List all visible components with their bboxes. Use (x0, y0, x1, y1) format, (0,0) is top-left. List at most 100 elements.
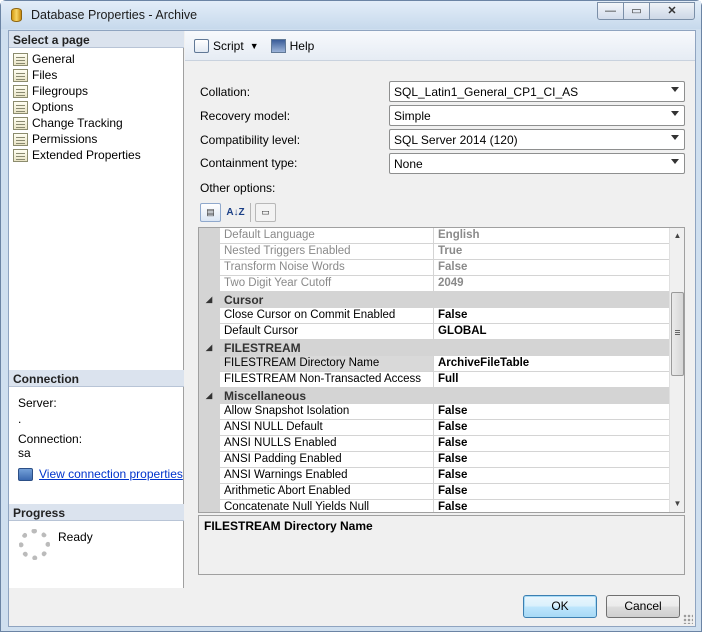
view-connection-properties[interactable]: View connection properties (18, 467, 183, 481)
cancel-button[interactable]: Cancel (606, 595, 680, 618)
grid-row-name: ANSI Warnings Enabled (220, 468, 434, 484)
containment-type-value: None (394, 157, 423, 171)
grid-row[interactable]: ANSI NULLS Enabled False (199, 436, 669, 452)
grid-row-value[interactable]: False (434, 420, 669, 436)
grid-category-label: Cursor (224, 293, 264, 307)
grid-row[interactable]: Concatenate Null Yields Null False (199, 500, 669, 512)
grid-row[interactable]: ANSI Warnings Enabled False (199, 468, 669, 484)
server-label: Server: (18, 396, 57, 410)
maximize-button[interactable]: ▭ (623, 2, 650, 20)
grid-row[interactable]: Default Cursor GLOBAL (199, 324, 669, 340)
grid-row-name: Nested Triggers Enabled (220, 244, 434, 260)
database-properties-window: Database Properties - Archive — ▭ ✕ Sele… (0, 0, 702, 632)
scroll-up-icon[interactable]: ▲ (670, 228, 684, 244)
grid-row-name: Close Cursor on Commit Enabled (220, 308, 434, 324)
grid-row-name: FILESTREAM Non-Transacted Access (220, 372, 434, 388)
grid-row[interactable]: Default Language English (199, 228, 669, 244)
chevron-down-icon (671, 111, 679, 116)
containment-type-select[interactable]: None (389, 153, 685, 174)
toolbar-divider (250, 203, 251, 222)
progress-spinner-icon (19, 529, 50, 560)
sidebar-item-options[interactable]: Options (13, 99, 73, 115)
script-label: Script (213, 38, 244, 53)
grid-row-gutter (199, 436, 220, 452)
grid-row-name: Concatenate Null Yields Null (220, 500, 434, 512)
select-page-header: Select a page (9, 31, 184, 48)
sidebar-item-extended-properties[interactable]: Extended Properties (13, 147, 141, 163)
sidebar-item-filegroups[interactable]: Filegroups (13, 83, 88, 99)
grid-row-gutter (199, 420, 220, 436)
grid-row-value[interactable]: English (434, 228, 669, 244)
view-connection-link[interactable]: View connection properties (39, 467, 183, 481)
grid-row-value[interactable]: False (434, 404, 669, 420)
grid-row-value[interactable]: ArchiveFileTable (434, 356, 669, 372)
grid-row[interactable]: Allow Snapshot Isolation False (199, 404, 669, 420)
script-button[interactable]: Script ▼ (191, 37, 262, 55)
grid-category-label: Miscellaneous (224, 389, 307, 403)
minimize-button[interactable]: — (597, 2, 624, 20)
collation-select[interactable]: SQL_Latin1_General_CP1_CI_AS (389, 81, 685, 102)
chevron-down-icon (671, 159, 679, 164)
page-icon (13, 52, 28, 66)
property-pages-icon[interactable]: ▭ (255, 203, 276, 222)
grid-row-value[interactable]: 2049 (434, 276, 669, 292)
grid-row[interactable]: Transform Noise Words False (199, 260, 669, 276)
grid-row[interactable]: Two Digit Year Cutoff 2049 (199, 276, 669, 292)
grid-row-value[interactable]: False (434, 484, 669, 500)
grid-row-value[interactable]: True (434, 244, 669, 260)
property-grid: Default Language English Nested Triggers E… (198, 227, 685, 513)
page-icon (13, 148, 28, 162)
recovery-model-select[interactable]: Simple (389, 105, 685, 126)
server-value: . (18, 412, 22, 426)
grid-row-gutter (199, 372, 220, 388)
categorized-view-icon[interactable]: ▤ (200, 203, 221, 222)
sort-alphabetical-icon[interactable]: A↓Z (225, 203, 246, 222)
scrollbar-thumb[interactable] (671, 292, 684, 376)
recovery-model-label: Recovery model: (200, 109, 291, 123)
vertical-scrollbar[interactable]: ▲ ▼ (669, 228, 684, 512)
grid-row-value[interactable]: False (434, 500, 669, 512)
grid-row[interactable]: Arithmetic Abort Enabled False (199, 484, 669, 500)
grid-row-value[interactable]: False (434, 260, 669, 276)
collapse-icon[interactable]: ◢ (206, 295, 212, 304)
grid-row[interactable]: ANSI NULL Default False (199, 420, 669, 436)
sidebar-item-general[interactable]: General (13, 51, 75, 67)
collapse-icon[interactable]: ◢ (206, 343, 212, 352)
grid-row-name: Two Digit Year Cutoff (220, 276, 434, 292)
grid-row-value[interactable]: GLOBAL (434, 324, 669, 340)
resize-grip-icon[interactable] (683, 614, 693, 624)
compatibility-level-select[interactable]: SQL Server 2014 (120) (389, 129, 685, 150)
grid-row-value[interactable]: False (434, 468, 669, 484)
grid-category[interactable]: ◢ Cursor (199, 292, 669, 308)
collapse-icon[interactable]: ◢ (206, 391, 212, 400)
sidebar-item-files[interactable]: Files (13, 67, 57, 83)
help-button[interactable]: Help (268, 37, 318, 55)
grid-row-gutter (199, 452, 220, 468)
help-icon (270, 38, 286, 53)
chevron-down-icon (671, 87, 679, 92)
grid-row[interactable]: ANSI Padding Enabled False (199, 452, 669, 468)
grid-row-name: Transform Noise Words (220, 260, 434, 276)
grid-row-gutter (199, 484, 220, 500)
grid-row-value[interactable]: False (434, 308, 669, 324)
containment-type-label: Containment type: (200, 156, 298, 170)
grid-category[interactable]: ◢ FILESTREAM (199, 340, 669, 356)
title-bar[interactable]: Database Properties - Archive — ▭ ✕ (1, 1, 701, 29)
page-icon (13, 100, 28, 114)
ok-button[interactable]: OK (523, 595, 597, 618)
grid-row[interactable]: Nested Triggers Enabled True (199, 244, 669, 260)
script-icon (194, 38, 209, 53)
sidebar-item-change-tracking[interactable]: Change Tracking (13, 115, 123, 131)
grid-row-value[interactable]: Full (434, 372, 669, 388)
grid-row[interactable]: FILESTREAM Non-Transacted Access Full (199, 372, 669, 388)
scroll-down-icon[interactable]: ▼ (670, 496, 684, 512)
sidebar-item-permissions[interactable]: Permissions (13, 131, 97, 147)
grid-row-value[interactable]: False (434, 452, 669, 468)
grid-category[interactable]: ◢ Miscellaneous (199, 388, 669, 404)
chevron-down-icon[interactable]: ▼ (250, 41, 259, 51)
close-button[interactable]: ✕ (649, 2, 695, 20)
grid-row[interactable]: Close Cursor on Commit Enabled False (199, 308, 669, 324)
grid-category-label: FILESTREAM (224, 341, 301, 355)
grid-row[interactable]: FILESTREAM Directory Name ArchiveFileTabl… (199, 356, 669, 372)
grid-row-value[interactable]: False (434, 436, 669, 452)
